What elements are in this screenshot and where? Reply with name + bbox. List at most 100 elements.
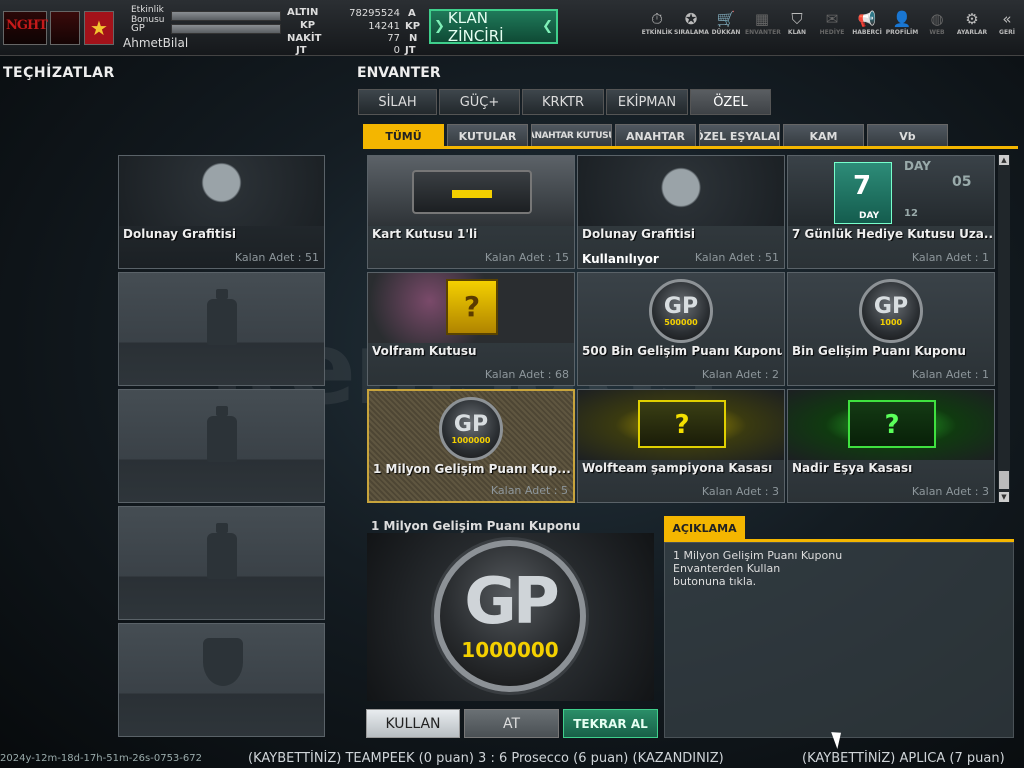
selected-item-name: 1 Milyon Gelişim Puanı Kuponu — [371, 519, 581, 533]
subtab-anahtar[interactable]: ANAHTAR — [615, 124, 696, 148]
rare-item-case-image: ? — [788, 390, 994, 460]
nav-label: AYARLAR — [956, 29, 988, 36]
nav-ayarlar[interactable]: ⚙ AYARLAR — [955, 10, 989, 36]
nav-label: ENVANTER — [745, 29, 781, 36]
game-logo: NGHT — [3, 11, 48, 45]
nav-klan[interactable]: ⛉ KLAN — [780, 10, 814, 36]
inventory-scrollbar[interactable]: ▲ ▼ — [998, 155, 1010, 502]
nav-label: WEB — [929, 29, 945, 36]
card-box-image — [368, 156, 574, 226]
currency-unit: A — [408, 8, 416, 19]
gp-coupon-icon: GP 1000000 — [439, 397, 503, 461]
nav-dukkan[interactable]: 🛒 DÜKKAN — [709, 10, 743, 36]
item-count: Kalan Adet : 2 — [701, 368, 779, 381]
inventory-item[interactable]: ? Wolfteam şampiyona Kasası Kalan Adet :… — [577, 389, 785, 503]
gear-icon: ⚙ — [965, 10, 979, 28]
seven-day-gift-box-image: DAY 7 DAY 05 12 — [788, 156, 994, 226]
use-button[interactable]: KULLAN — [366, 709, 460, 738]
subtab-tumu[interactable]: TÜMÜ — [363, 124, 444, 148]
inventory-item[interactable]: Dolunay Grafitisi Kullanılıyor Kalan Ade… — [577, 155, 785, 269]
inventory-item[interactable]: Kart Kutusu 1'li Kalan Adet : 15 — [367, 155, 575, 269]
full-moon-graffiti-image — [578, 156, 784, 226]
currency-value: 0 — [393, 45, 400, 56]
drop-button[interactable]: AT — [464, 709, 559, 738]
item-name: 7 Günlük Hediye Kutusu Uza... — [792, 227, 992, 241]
nav-siralama[interactable]: ✪ SIRALAMA — [674, 10, 709, 36]
item-count: Kalan Adet : 5 — [490, 484, 568, 497]
currency-unit: N — [409, 33, 418, 44]
left-panel-title: TEÇHİZATLAR — [3, 65, 115, 81]
nav-haberci[interactable]: 📢 HABERCİ — [850, 10, 884, 36]
currency-value: 14241 — [368, 21, 400, 32]
inventory-item[interactable]: GP 500000 500 Bin Gelişim Puanı Kuponu Ka… — [577, 272, 785, 386]
shield-icon — [203, 638, 243, 686]
championship-case-image: ? — [578, 390, 784, 460]
item-count: Kalan Adet : 51 — [694, 251, 779, 264]
top-bar: NGHT ★ Etkinlik Bonusu GP AhmetBilal ALT… — [0, 0, 1024, 56]
nav-label: SIRALAMA — [674, 29, 709, 36]
item-name: Dolunay Grafitisi — [123, 227, 236, 241]
item-count: Kalan Adet : 68 — [484, 368, 569, 381]
game-window: itemsatis NGHT ★ Etkinlik Bonusu GP Ahme… — [0, 0, 1024, 768]
rebuy-button[interactable]: TEKRAR AL — [563, 709, 658, 738]
nav-label: KLAN — [787, 29, 807, 36]
scroll-up-icon[interactable]: ▲ — [999, 155, 1009, 165]
nav-profilim[interactable]: 👤 PROFİLİM — [885, 10, 919, 36]
nav-hediye[interactable]: ✉ HEDİYE — [815, 10, 849, 36]
inventory-item[interactable]: ? Nadir Eşya Kasası Kalan Adet : 3 — [787, 389, 995, 503]
item-name: Nadir Eşya Kasası — [792, 461, 913, 475]
item-name: Wolfteam şampiyona Kasası — [582, 461, 773, 475]
tab-guc[interactable]: GÜÇ+ — [439, 89, 520, 115]
coin-value: 1000000 — [461, 638, 559, 662]
coin-value: 500000 — [664, 317, 698, 327]
tab-ekipman[interactable]: EKİPMAN — [606, 89, 688, 115]
tab-silah[interactable]: SİLAH — [358, 89, 437, 115]
inventory-item-selected[interactable]: GP 1000000 1 Milyon Gelişim Puanı Kup... … — [367, 389, 575, 503]
volfram-box-image: ? — [368, 273, 574, 343]
cart-icon: 🛒 — [716, 10, 736, 28]
subtab-ozel-esyalar[interactable]: ÖZEL EŞYALAR — [699, 124, 780, 148]
clan-emblem-icon[interactable] — [50, 11, 80, 45]
nav-etkinlik[interactable]: ⏱ ETKİNLİK — [640, 10, 674, 36]
tab-ozel[interactable]: ÖZEL — [690, 89, 771, 115]
nav-geri[interactable]: «GERİ — [990, 10, 1024, 36]
rank-medal-icon: ✪ — [684, 10, 698, 28]
nav-label: ETKİNLİK — [641, 29, 673, 36]
equipment-slot-empty[interactable] — [118, 506, 325, 620]
nav-label: HABERCİ — [852, 29, 882, 36]
description-box: 1 Milyon Gelişim Puanı Kuponu Envanterde… — [664, 542, 1014, 738]
gift-icon: ✉ — [825, 10, 839, 28]
nav-envanter[interactable]: ▦ ENVANTER — [745, 10, 781, 36]
inventory-item[interactable]: GP 1000 Bin Gelişim Puanı Kuponu Kalan Ad… — [787, 272, 995, 386]
image-day-caption: DAY — [859, 211, 880, 221]
description-line: Envanterden Kullan — [673, 562, 781, 575]
equipment-slot-empty[interactable] — [118, 623, 325, 737]
coin-value: 1000000 — [451, 435, 491, 445]
subtab-anahtar-kutusu[interactable]: ANAHTAR KUTUSU — [531, 124, 612, 148]
subtab-kam[interactable]: KAM — [783, 124, 864, 148]
item-count: Kalan Adet : 3 — [911, 485, 989, 498]
currency-name: NAKİT — [287, 33, 322, 44]
klan-zinciri-button[interactable]: ❯ KLAN ZİNCİRİ ❮ — [429, 9, 558, 45]
subtab-kutular[interactable]: KUTULAR — [447, 124, 528, 148]
scroll-down-icon[interactable]: ▼ — [999, 492, 1009, 502]
chevron-right-icon: ❯ — [434, 19, 445, 34]
subtab-vb[interactable]: Vb — [867, 124, 948, 148]
equipment-slot[interactable]: Dolunay Grafitisi Kalan Adet : 51 — [118, 155, 325, 269]
inventory-icon: ▦ — [754, 10, 770, 28]
inventory-item[interactable]: ? Volfram Kutusu Kalan Adet : 68 — [367, 272, 575, 386]
nav-label: PROFİLİM — [885, 29, 919, 36]
equipment-slot-empty[interactable] — [118, 272, 325, 386]
coin-label: GP — [464, 565, 559, 639]
currency-unit: KP — [405, 21, 421, 32]
spray-can-icon — [207, 406, 237, 462]
match-ticker: (KAYBETTİNİZ) TEAMPEEK (0 puan) 3 : 6 Pr… — [0, 750, 1024, 768]
nav-web[interactable]: ◍ WEB — [920, 10, 954, 36]
inventory-item[interactable]: DAY 7 DAY 05 12 7 Günlük Hediye Kutusu U… — [787, 155, 995, 269]
selected-item-image: GP 1000000 — [367, 533, 654, 701]
equipment-slot-empty[interactable] — [118, 389, 325, 503]
description-title: AÇIKLAMA — [664, 516, 745, 540]
tab-krktr[interactable]: KRKTR — [522, 89, 604, 115]
nav-label: HEDİYE — [819, 29, 845, 36]
scroll-thumb[interactable] — [999, 471, 1009, 489]
